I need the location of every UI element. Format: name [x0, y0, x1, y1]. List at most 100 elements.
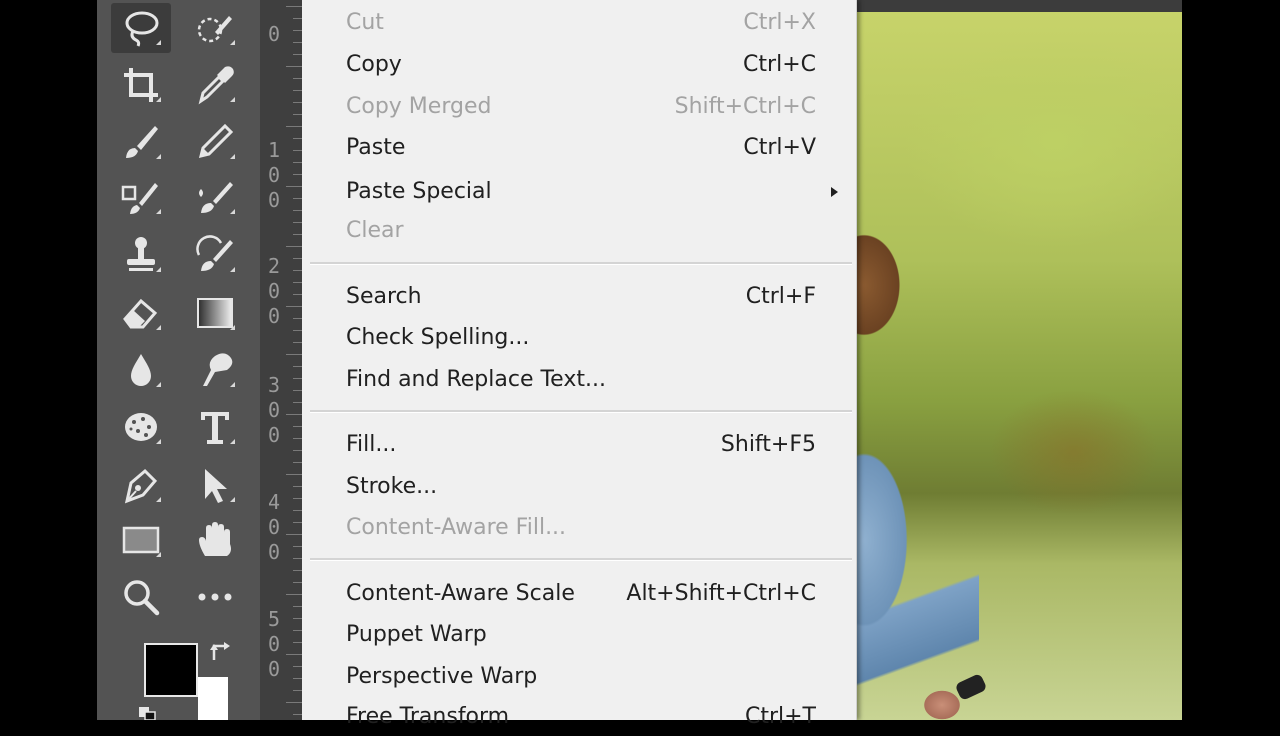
ruler-tick — [293, 690, 302, 691]
menu-item-label: Stroke... — [346, 474, 438, 499]
menu-item-cut[interactable]: Cut Ctrl+X — [302, 4, 856, 42]
ruler-tick — [293, 18, 302, 19]
ruler-tick — [293, 462, 302, 463]
ruler-tick — [293, 150, 302, 151]
ruler-tick — [293, 570, 302, 571]
ruler-tick — [293, 546, 302, 547]
ruler-tick — [293, 270, 302, 271]
lasso-tool[interactable] — [111, 3, 171, 53]
pencil-icon — [198, 123, 234, 159]
menu-separator — [310, 410, 852, 413]
ruler-tick — [293, 390, 302, 391]
menu-item-puppet-warp[interactable]: Puppet Warp — [302, 616, 856, 654]
clone-source-icon — [121, 183, 158, 214]
ruler-tick — [293, 102, 302, 103]
zoom-tool[interactable] — [111, 572, 171, 622]
ruler-tick — [293, 162, 302, 163]
menu-item-paste[interactable]: Paste Ctrl+V — [302, 129, 856, 167]
mixer-brush-tool[interactable] — [185, 172, 245, 222]
menu-item-shortcut: Ctrl+X — [743, 10, 816, 35]
rectangle-icon — [122, 526, 160, 554]
arrow-pointer-icon — [205, 469, 227, 503]
rectangle-tool[interactable] — [111, 515, 171, 565]
clone-stamp-tool[interactable] — [111, 230, 171, 280]
ruler-tick — [286, 594, 302, 595]
menu-item-label: Find and Replace Text... — [346, 367, 606, 392]
menu-item-shortcut: Ctrl+T — [744, 704, 816, 729]
hand-icon — [199, 522, 231, 556]
ruler-tick — [293, 558, 302, 559]
quick-selection-icon — [197, 16, 232, 43]
hand-tool[interactable] — [185, 515, 245, 565]
menu-item-shortcut: Shift+F5 — [720, 432, 816, 457]
ruler-tick — [293, 174, 302, 175]
menu-item-shortcut: Ctrl+F — [745, 284, 816, 309]
blur-tool[interactable] — [111, 345, 171, 395]
menu-item-label: Paste — [346, 135, 406, 160]
ruler-tick — [293, 510, 302, 511]
menu-item-stroke[interactable]: Stroke... — [302, 468, 856, 506]
menu-item-label: Paste Special — [346, 179, 492, 204]
menu-item-shortcut: Alt+Shift+Ctrl+C — [626, 581, 816, 606]
ruler-tick — [293, 666, 302, 667]
menu-item-label: Free Transform — [346, 704, 510, 729]
pen-tool[interactable] — [111, 460, 171, 510]
ruler-tick — [286, 414, 302, 415]
ruler-tick — [293, 114, 302, 115]
menu-item-copy[interactable]: Copy Ctrl+C — [302, 46, 856, 84]
photo-subject-hair — [854, 225, 909, 365]
menu-item-fill[interactable]: Fill... Shift+F5 — [302, 426, 856, 464]
ruler-tick — [293, 642, 302, 643]
pencil-tool[interactable] — [185, 117, 245, 167]
eyedropper-tool[interactable] — [185, 60, 245, 110]
ruler-tick — [293, 342, 302, 343]
sponge-tool[interactable] — [111, 402, 171, 452]
ruler-tick — [293, 78, 302, 79]
ruler-tick — [293, 318, 302, 319]
move-select-tool[interactable] — [185, 460, 245, 510]
ruler-label: 1 0 0 — [267, 138, 281, 212]
menu-item-clear[interactable]: Clear — [302, 212, 856, 250]
ruler-tick — [293, 210, 302, 211]
default-colors-icon[interactable] — [139, 707, 157, 720]
menu-item-label: Puppet Warp — [346, 622, 487, 647]
menu-item-content-aware-scale[interactable]: Content-Aware Scale Alt+Shift+Ctrl+C — [302, 575, 856, 613]
ruler-label: 2 0 0 — [267, 254, 281, 328]
smudge-tool[interactable] — [185, 345, 245, 395]
ruler-tick — [293, 522, 302, 523]
swap-colors-icon[interactable] — [208, 638, 234, 664]
brush-tool[interactable] — [111, 117, 171, 167]
menu-item-copy-merged[interactable]: Copy Merged Shift+Ctrl+C — [302, 88, 856, 126]
menu-item-label: Copy Merged — [346, 94, 492, 119]
background-color-swatch[interactable] — [198, 677, 228, 720]
menu-item-label: Perspective Warp — [346, 664, 538, 689]
menu-item-find-replace[interactable]: Find and Replace Text... — [302, 361, 856, 399]
ruler-tick — [293, 330, 302, 331]
ruler-label: 0 — [267, 22, 281, 46]
more-tools[interactable] — [185, 572, 245, 622]
gradient-tool[interactable] — [185, 288, 245, 338]
ruler-tick — [293, 402, 302, 403]
menu-item-check-spelling[interactable]: Check Spelling... — [302, 319, 856, 357]
menu-item-perspective-warp[interactable]: Perspective Warp — [302, 658, 856, 696]
ruler-tick — [293, 618, 302, 619]
window-border — [1182, 0, 1280, 720]
vertical-ruler: 0 1 0 0 2 0 0 3 0 0 4 0 0 5 0 0 — [260, 0, 304, 720]
eraser-tool[interactable] — [111, 288, 171, 338]
menu-item-free-transform[interactable]: Free Transform Ctrl+T — [302, 698, 856, 736]
menu-item-search[interactable]: Search Ctrl+F — [302, 278, 856, 316]
foreground-color-swatch[interactable] — [144, 643, 198, 697]
quick-selection-tool[interactable] — [185, 3, 245, 53]
ruler-tick — [293, 282, 302, 283]
type-tool[interactable] — [185, 402, 245, 452]
mixer-brush-icon — [199, 182, 233, 213]
crop-tool[interactable] — [111, 60, 171, 110]
menu-item-shortcut: Shift+Ctrl+C — [674, 94, 816, 119]
menu-item-paste-special[interactable]: Paste Special — [302, 173, 856, 211]
lasso-icon — [125, 11, 159, 47]
ruler-tick — [293, 378, 302, 379]
history-brush-tool[interactable] — [185, 230, 245, 280]
menu-item-content-aware-fill[interactable]: Content-Aware Fill... — [302, 509, 856, 547]
smudge-icon — [203, 353, 233, 386]
clone-source-tool[interactable] — [111, 172, 171, 222]
